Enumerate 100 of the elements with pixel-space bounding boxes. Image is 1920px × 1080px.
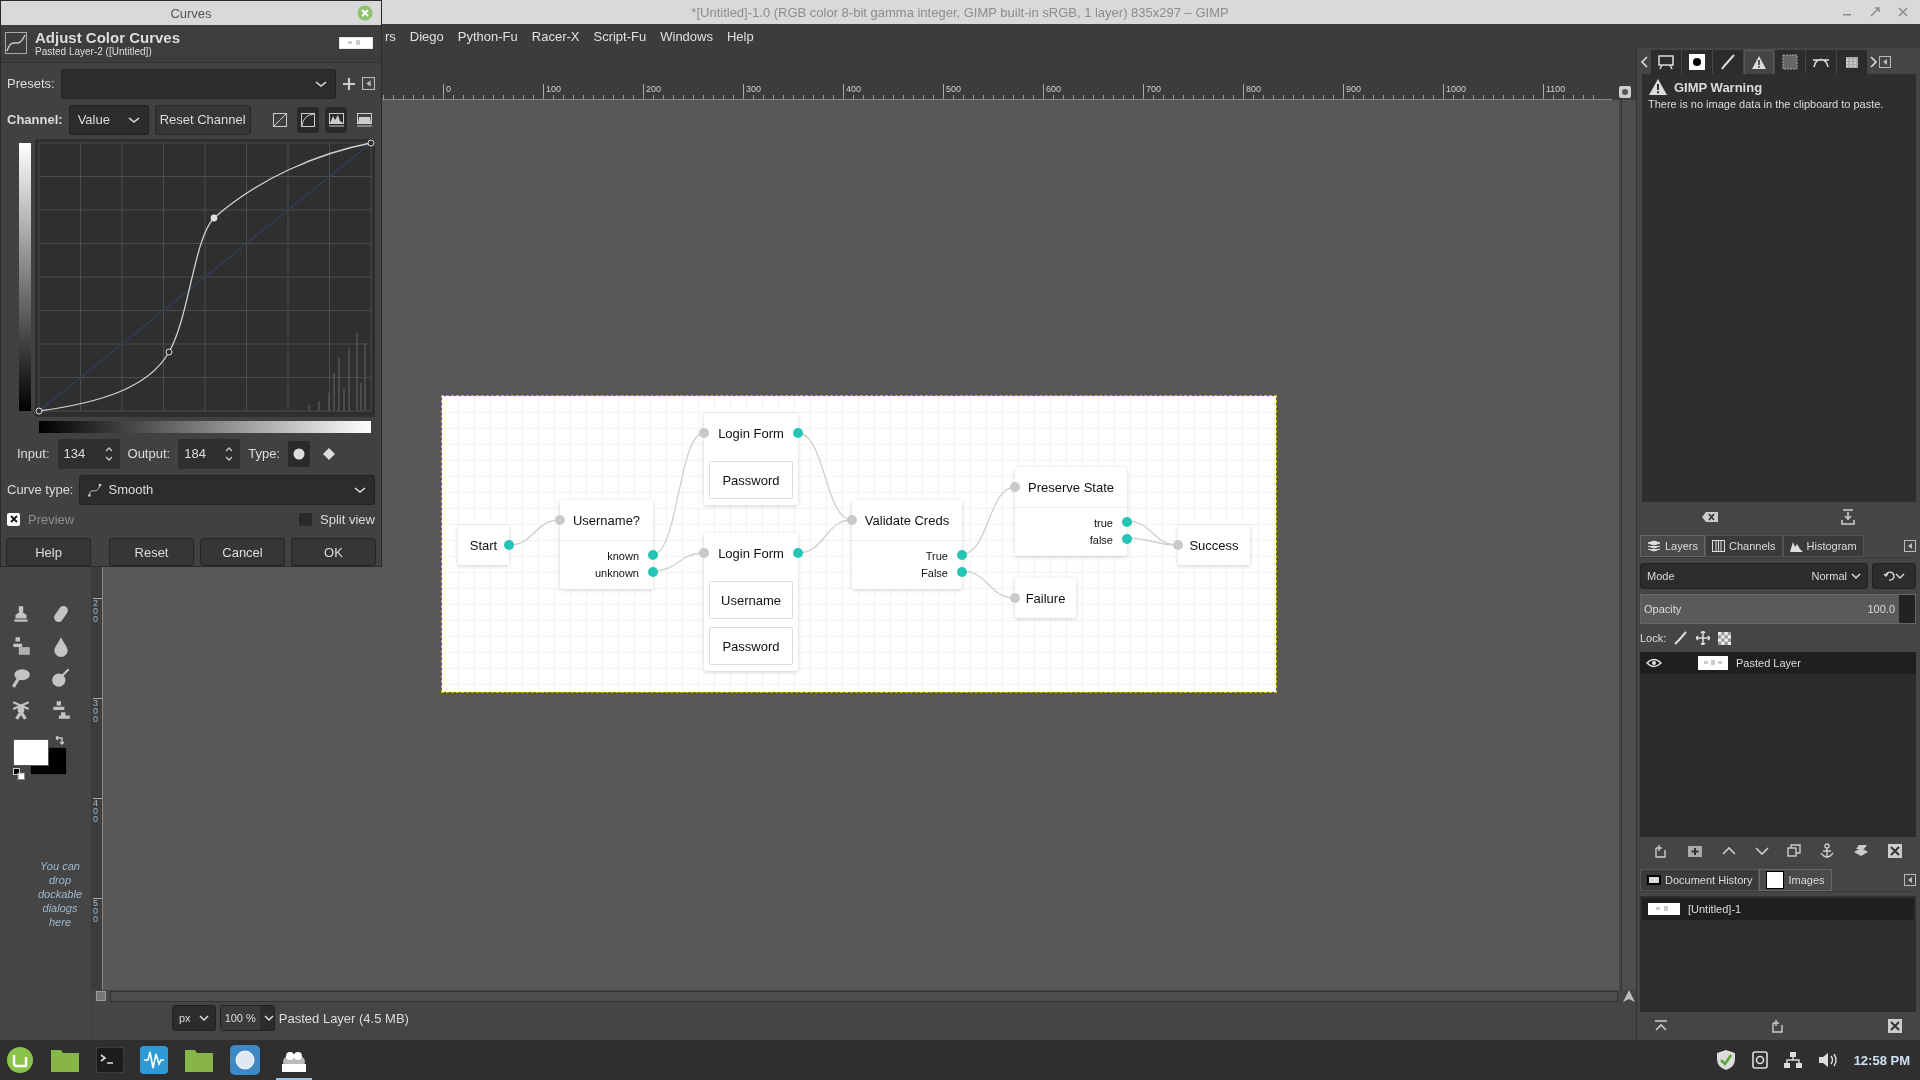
ruler-label: 700 [1143,84,1162,95]
anchor-icon[interactable] [1820,843,1835,860]
dialog-button[interactable]: OK [291,538,376,566]
network-icon[interactable] [1783,1052,1802,1068]
duplicate-icon[interactable] [1787,844,1802,859]
dock-tab[interactable] [1651,50,1681,74]
menu-item[interactable]: Python-Fu [450,28,525,44]
split-view-checkbox[interactable]: Split view [299,511,375,527]
composite-mode-button[interactable] [1872,563,1916,590]
swap-arrows-icon[interactable] [55,735,65,745]
figure-icon[interactable] [10,699,32,721]
caret-down-icon[interactable] [1754,846,1769,857]
image-row[interactable]: [Untitled]-1 [1642,898,1914,921]
browser-icon[interactable] [230,1045,260,1075]
stamp-icon[interactable] [50,699,72,721]
panel-menu-icon[interactable] [362,77,375,91]
menu-item[interactable]: Windows [653,28,720,44]
opacity-slider[interactable]: Opacity 100.0 [1640,594,1916,625]
folder-icon[interactable] [184,1047,214,1073]
new-layer-icon[interactable] [1654,844,1668,859]
zoom-dropdown[interactable]: 100 % [219,1005,275,1031]
save-tray-icon[interactable] [1841,508,1855,525]
ruler-label: 100 [543,84,562,95]
window-title: *[Untitled]-1.0 (RGB color 8-bit gamma integer, GIMP built-in sRGB, 1 layer) 835x297 – GIMP [691,4,1229,20]
layer-thumbnail [1698,656,1728,671]
logo-icon[interactable] [6,1046,34,1074]
panel-tab[interactable]: Channels [1705,535,1783,558]
plus-icon[interactable] [342,76,356,91]
dock-tab[interactable] [1682,50,1712,74]
histogram-icon [1789,540,1803,553]
menu-item[interactable]: Help [719,28,761,44]
raise-icon[interactable] [1654,1020,1668,1032]
layer-row[interactable]: Pasted Layer [1640,652,1916,675]
brush-lock-icon[interactable] [1674,631,1689,646]
dialog-button[interactable]: Reset [109,538,194,566]
eye-icon[interactable] [1646,658,1662,669]
panel-tab[interactable]: Layers [1640,535,1706,558]
move-icon[interactable] [1696,631,1711,646]
clear-icon[interactable] [1701,510,1719,523]
delete-icon[interactable] [1887,844,1902,859]
menu-item[interactable]: Script-Fu [586,28,654,44]
point-type-toggle[interactable] [287,440,310,467]
shield-check-icon[interactable] [1715,1049,1736,1071]
panel-menu-icon[interactable] [1879,56,1891,68]
curve-type-dropdown[interactable]: Smooth [79,474,375,505]
curve-type-label: Curve type: [7,482,74,498]
pointer-icon[interactable] [1622,989,1636,1003]
panel-menu-icon[interactable] [1904,540,1916,553]
dock-tab[interactable] [1806,50,1836,74]
image-thumbnail-icon [1766,871,1785,890]
panel-tab[interactable]: Histogram [1782,535,1864,558]
menu-item[interactable]: Diego [402,28,451,44]
unit-dropdown[interactable]: px [172,1005,216,1031]
chevron-left-icon[interactable] [1640,55,1650,69]
folder-icon[interactable] [50,1047,80,1073]
dock-tab[interactable] [1744,50,1774,74]
dock-tab[interactable] [1837,50,1867,74]
dialog-button[interactable]: Help [6,538,91,566]
background-color-swatch[interactable] [30,747,67,775]
ruler-label: 900 [1343,84,1362,95]
ruler-label: 800 [1243,84,1262,95]
histogram-scale-toggle[interactable] [325,106,347,133]
foreground-color-swatch[interactable] [13,739,49,766]
menu-item[interactable]: Racer-X [524,28,587,44]
dock-tab[interactable] [1713,50,1743,74]
merge-icon[interactable] [1853,844,1870,859]
checker-icon[interactable] [1718,631,1732,645]
new-image-icon[interactable] [1771,1019,1785,1033]
reset-channel-button[interactable]: Reset Channel [154,104,251,135]
panel-tab[interactable]: Images [1759,869,1832,892]
output-label: Output: [127,446,171,462]
terminal-icon[interactable] [96,1047,124,1073]
navigate-icon[interactable] [1618,85,1632,99]
clock[interactable]: 12:58 PM [1853,1052,1910,1068]
ladle-icon[interactable] [50,667,72,689]
drop-hint: You can drop dockable dialogs here [36,859,83,929]
warning-message: There is no image data in the clipboard to paste. [1648,98,1885,110]
curve-mode-toggle[interactable] [297,106,319,133]
delete-icon[interactable] [1888,1019,1902,1033]
output-spinbox[interactable]: 184 [178,438,241,469]
channel-dropdown[interactable]: Value [68,104,149,135]
panel-tab[interactable]: Document History [1640,869,1760,892]
default-colors-icon[interactable] [13,768,25,780]
chevron-right-icon[interactable] [1868,55,1878,69]
stamp-icon[interactable] [10,635,32,657]
volume-icon[interactable] [1817,1052,1838,1068]
mode-dropdown[interactable]: Mode Normal [1640,563,1868,590]
menu-item[interactable]: rs [378,28,403,44]
folder-plus-icon[interactable] [1686,844,1703,859]
panel-menu-icon[interactable] [1904,874,1916,887]
vertical-scrollbar[interactable] [1621,100,1636,990]
smudge-icon[interactable] [10,667,32,689]
ruler-label: 1100 [1543,84,1566,95]
caret-up-icon[interactable] [1721,846,1736,857]
dialog-button[interactable]: Cancel [200,538,285,566]
waveform-icon[interactable] [140,1046,168,1074]
horizontal-scrollbar[interactable] [110,990,1618,1002]
input-port [847,515,857,525]
layers-icon [1647,540,1661,553]
input-spinbox[interactable]: 134 [57,438,120,469]
